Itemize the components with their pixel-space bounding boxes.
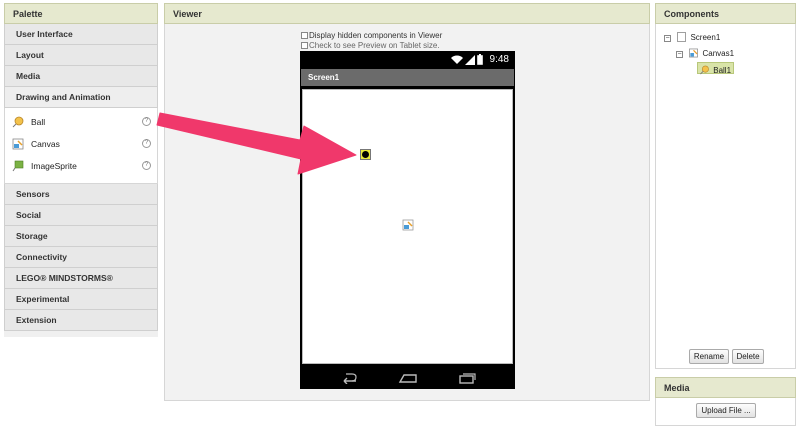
tree-node-label: Ball1 xyxy=(713,66,732,75)
palette-panel: Palette User Interface Layout Media Draw… xyxy=(4,3,158,337)
help-icon[interactable]: ? xyxy=(142,161,151,170)
tree-node-label: Canvas1 xyxy=(702,49,735,58)
display-hidden-checkbox-row[interactable]: Display hidden components in Viewer xyxy=(301,31,442,41)
category-sensors[interactable]: Sensors xyxy=(4,184,158,205)
screen-icon xyxy=(677,32,687,42)
upload-file-button[interactable]: Upload File ... xyxy=(696,403,756,418)
phone-mockup: 9:48 Screen1 xyxy=(300,51,515,389)
canvas-icon xyxy=(12,138,24,150)
collapse-toggle-icon[interactable]: − xyxy=(676,51,683,58)
signal-icon xyxy=(465,55,475,65)
rename-button[interactable]: Rename xyxy=(689,349,729,364)
help-icon[interactable]: ? xyxy=(142,117,151,126)
ball-icon xyxy=(12,116,24,128)
recent-apps-icon xyxy=(459,373,476,384)
palette-item-ball[interactable]: Ball ? xyxy=(5,111,157,133)
components-title: Components xyxy=(655,3,796,24)
home-icon xyxy=(398,374,417,383)
display-hidden-checkbox[interactable] xyxy=(301,32,308,39)
palette-item-label: ImageSprite xyxy=(31,161,77,171)
phone-clock: 9:48 xyxy=(489,54,509,65)
components-panel: Components − Screen1 − Canvas1 Ball1 Ren… xyxy=(655,3,796,369)
tree-node-ball1[interactable]: Ball1 xyxy=(697,62,735,75)
media-title: Media xyxy=(655,377,796,398)
palette-item-canvas[interactable]: Canvas ? xyxy=(5,133,157,155)
tree-node-label: Screen1 xyxy=(690,33,721,42)
category-media[interactable]: Media xyxy=(4,66,158,87)
category-social[interactable]: Social xyxy=(4,205,158,226)
canvas-placeholder-icon xyxy=(402,219,414,231)
canvas1-component[interactable] xyxy=(302,89,513,364)
phone-nav-bar xyxy=(300,367,515,389)
components-body: − Screen1 − Canvas1 Ball1 Rename Delete xyxy=(655,24,796,369)
category-experimental[interactable]: Experimental xyxy=(4,289,158,310)
category-user-interface[interactable]: User Interface xyxy=(4,24,158,45)
imagesprite-icon xyxy=(12,160,24,172)
tree-node-canvas1[interactable]: − Canvas1 xyxy=(676,48,734,60)
tree-node-screen1[interactable]: − Screen1 xyxy=(664,32,720,44)
delete-button[interactable]: Delete xyxy=(732,349,764,364)
tablet-preview-checkbox-row[interactable]: Check to see Preview on Tablet size. xyxy=(301,41,440,51)
category-layout[interactable]: Layout xyxy=(4,45,158,66)
drawing-animation-items: Ball ? Canvas ? ImageSprite ? xyxy=(4,108,158,184)
ball1-dot xyxy=(362,151,369,158)
tablet-preview-checkbox[interactable] xyxy=(301,42,308,49)
back-icon xyxy=(343,373,357,384)
phone-status-bar: 9:48 xyxy=(300,51,515,69)
wifi-icon xyxy=(451,55,463,64)
screen-title-bar: Screen1 xyxy=(301,69,514,86)
collapse-toggle-icon[interactable]: − xyxy=(664,35,671,42)
ball1-sprite[interactable] xyxy=(360,149,371,160)
viewer-body: Display hidden components in Viewer Chec… xyxy=(164,24,650,401)
viewer-panel: Viewer Display hidden components in View… xyxy=(164,3,650,401)
battery-icon xyxy=(477,54,483,65)
category-drawing-and-animation[interactable]: Drawing and Animation xyxy=(4,87,158,108)
media-panel: Media Upload File ... xyxy=(655,377,796,426)
palette-item-label: Canvas xyxy=(31,139,60,149)
help-icon[interactable]: ? xyxy=(142,139,151,148)
ball-icon xyxy=(700,65,709,75)
palette-title: Palette xyxy=(4,3,158,24)
viewer-title: Viewer xyxy=(164,3,650,24)
palette-item-label: Ball xyxy=(31,117,46,127)
category-connectivity[interactable]: Connectivity xyxy=(4,247,158,268)
category-lego-mindstorms[interactable]: LEGO® MINDSTORMS® xyxy=(4,268,158,289)
display-hidden-label: Display hidden components in Viewer xyxy=(309,31,443,40)
category-storage[interactable]: Storage xyxy=(4,226,158,247)
category-extension[interactable]: Extension xyxy=(4,310,158,331)
media-body: Upload File ... xyxy=(655,398,796,426)
tablet-preview-label: Check to see Preview on Tablet size. xyxy=(309,41,440,50)
canvas-icon xyxy=(689,48,699,58)
palette-item-imagesprite[interactable]: ImageSprite ? xyxy=(5,155,157,177)
